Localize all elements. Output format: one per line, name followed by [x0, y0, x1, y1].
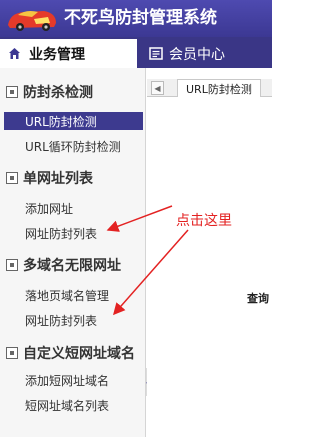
annotation-arrow-upper [106, 205, 173, 232]
annotation-text: 点击这里 [176, 213, 232, 229]
annotation-arrow-lower [113, 229, 189, 316]
